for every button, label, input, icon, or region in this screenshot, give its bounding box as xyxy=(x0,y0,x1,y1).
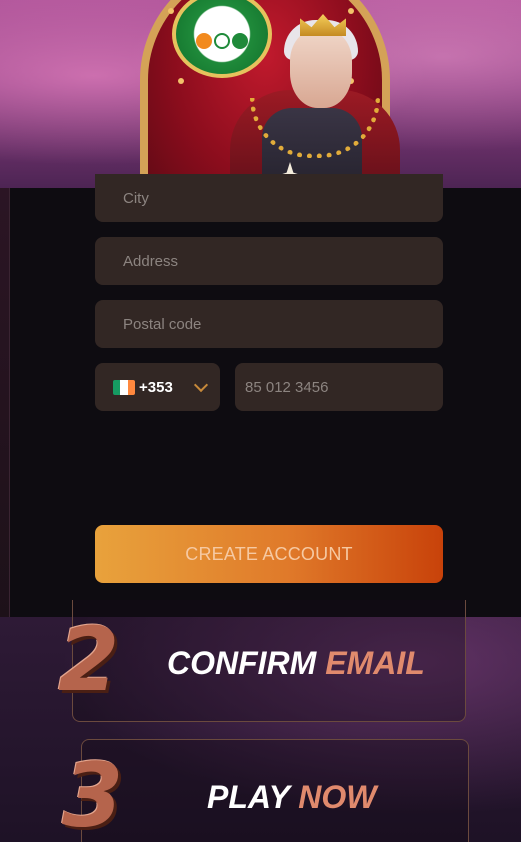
address-input[interactable] xyxy=(123,252,443,270)
step-2-number: 2 xyxy=(58,608,120,711)
ireland-flag-icon xyxy=(113,379,135,395)
step-2-title-white: CONFIRM xyxy=(167,645,317,681)
city-field[interactable] xyxy=(95,174,443,222)
step-3-title-white: PLAY xyxy=(207,779,290,815)
phone-input[interactable] xyxy=(245,378,443,396)
address-field[interactable] xyxy=(95,237,443,285)
create-account-button[interactable]: CREATE ACCOUNT xyxy=(95,525,443,583)
hero-banner xyxy=(0,0,521,190)
city-input[interactable] xyxy=(123,189,443,207)
step-3-number: 3 xyxy=(62,744,124,842)
postal-code-input[interactable] xyxy=(123,315,443,333)
phone-field[interactable] xyxy=(235,363,443,411)
panel-edge xyxy=(0,188,9,617)
step-2-title: CONFIRM EMAIL xyxy=(167,645,425,682)
chevron-down-icon xyxy=(193,377,209,393)
step-2-title-accent: EMAIL xyxy=(325,645,425,681)
dial-code: +353 xyxy=(139,378,173,396)
king-face xyxy=(290,30,352,108)
postal-code-field[interactable] xyxy=(95,300,443,348)
step-3-title-accent: NOW xyxy=(298,779,377,815)
country-code-select[interactable]: +353 xyxy=(95,363,220,411)
step-3-title: PLAY NOW xyxy=(207,779,376,816)
